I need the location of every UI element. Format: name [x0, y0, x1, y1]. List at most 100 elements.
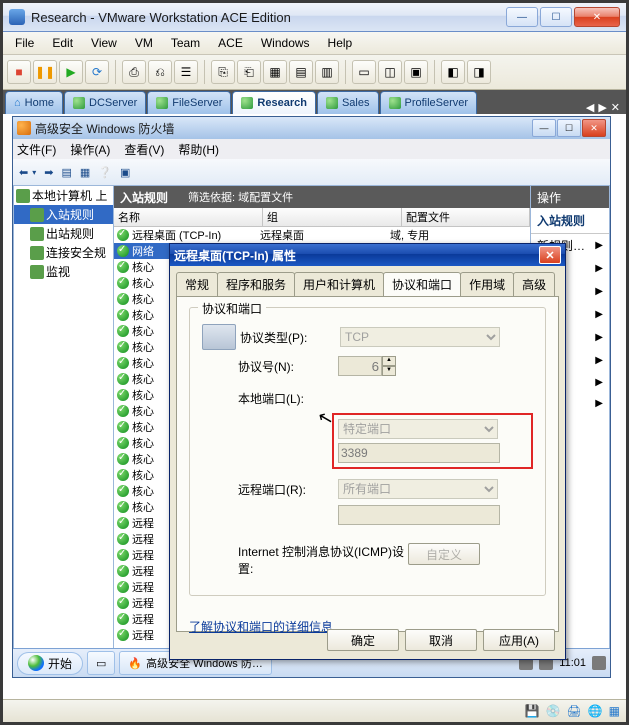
guest-titlebar: 高级安全 Windows 防火墙 — ☐ ✕ — [13, 117, 610, 139]
view-button[interactable]: ▣ — [404, 60, 428, 84]
menu-help[interactable]: Help — [320, 34, 361, 52]
firewall-icon — [17, 121, 31, 135]
col-profile[interactable]: 配置文件 — [402, 208, 530, 226]
fullscreen-button[interactable]: ▭ — [352, 60, 376, 84]
rule-row[interactable]: 远程桌面 (TCP-In)远程桌面域, 专用 — [114, 227, 530, 243]
vmware-statusbar: 💾 💿 🖨 🌐 ▦ — [3, 699, 626, 722]
guest-menu-file[interactable]: 文件(F) — [17, 141, 56, 158]
protocol-group: 协议和端口 协议类型(P): TCP 协议号(N): ▲▼ 本地端口(L): 特… — [189, 307, 546, 596]
close-button[interactable]: ✕ — [574, 7, 620, 27]
quicklaunch-button[interactable]: ▭ — [87, 651, 115, 675]
menu-ace[interactable]: ACE — [210, 34, 251, 52]
dialog-tab[interactable]: 作用域 — [460, 272, 514, 296]
vm-tab-sales[interactable]: Sales — [317, 91, 379, 114]
guest-maximize-button[interactable]: ☐ — [557, 119, 581, 137]
tabs-scroll-right[interactable]: ▶ — [598, 101, 606, 114]
start-orb-icon — [28, 655, 44, 671]
menu-edit[interactable]: Edit — [44, 34, 81, 52]
tree-node[interactable]: 连接安全规 — [14, 243, 113, 262]
guest-menu-help[interactable]: 帮助(H) — [178, 141, 219, 158]
tool-button[interactable]: ▤ — [289, 60, 313, 84]
guest-menu-view[interactable]: 查看(V) — [124, 141, 164, 158]
guest-nav-back[interactable]: ⬅▾ — [19, 166, 36, 179]
snapshot-mgr-button[interactable]: ☰ — [174, 60, 198, 84]
group-title: 协议和端口 — [198, 300, 266, 317]
tool-button[interactable]: ⎘ — [211, 60, 235, 84]
guest-close-button[interactable]: ✕ — [582, 119, 606, 137]
vm-tab-research[interactable]: Research — [232, 91, 316, 114]
proto-num-input — [338, 356, 382, 376]
guest-nav-fwd[interactable]: ➡ — [44, 166, 53, 179]
toolbar: ■ ❚❚ ▶ ⟳ ⎙ ⎌ ☰ ⎘ ⎗ ▦ ▤ ▥ ▭ ◫ ▣ ◧ ◨ — [3, 55, 626, 90]
vm-tab-dcserver[interactable]: DCServer — [64, 91, 146, 114]
apply-button[interactable]: 应用(A) — [483, 629, 555, 651]
menubar: File Edit View VM Team ACE Windows Help — [3, 32, 626, 55]
snapshot-button[interactable]: ⎙ — [122, 60, 146, 84]
tab-close-button[interactable]: ✕ — [611, 101, 620, 114]
vm-tab-profileserver[interactable]: ProfileServer — [380, 91, 478, 114]
dialog-tab[interactable]: 用户和计算机 — [294, 272, 384, 296]
tree-node[interactable]: 监视 — [14, 262, 113, 281]
local-port-select: 特定端口 — [338, 419, 498, 439]
reset-button[interactable]: ⟳ — [85, 60, 109, 84]
dialog-tab[interactable]: 程序和服务 — [217, 272, 295, 296]
tool-button[interactable]: ▥ — [315, 60, 339, 84]
tree-node[interactable]: 入站规则 — [14, 205, 113, 224]
dialog-tab[interactable]: 常规 — [176, 272, 218, 296]
dialog-body: 协议和端口 协议类型(P): TCP 协议号(N): ▲▼ 本地端口(L): 特… — [176, 296, 559, 632]
tool-button[interactable]: ⎗ — [237, 60, 261, 84]
guest-title-text: 高级安全 Windows 防火墙 — [35, 120, 174, 137]
dialog-close-button[interactable]: ✕ — [539, 246, 561, 264]
menu-file[interactable]: File — [7, 34, 42, 52]
pause-button[interactable]: ❚❚ — [33, 60, 57, 84]
col-group[interactable]: 组 — [263, 208, 402, 226]
vm-tabs: ⌂Home DCServer FileServer Research Sales… — [3, 90, 626, 114]
guest-tool-btn[interactable]: ▤ — [61, 166, 71, 179]
device-icon[interactable]: ▦ — [609, 704, 620, 718]
ok-button[interactable]: 确定 — [327, 629, 399, 651]
device-icon[interactable]: 🌐 — [588, 704, 603, 718]
device-icon[interactable]: 💿 — [546, 704, 561, 718]
guest-toolbar: ⬅▾ ➡ ▤ ▦ ❔ ▣ — [13, 159, 610, 186]
stop-button[interactable]: ■ — [7, 60, 31, 84]
vm-tab-home[interactable]: ⌂Home — [5, 91, 63, 114]
guest-tool-btn[interactable]: ❔ — [98, 166, 112, 179]
tree-node[interactable]: 出站规则 — [14, 224, 113, 243]
tree-node[interactable]: 本地计算机 上 — [14, 186, 113, 205]
guest-tool-btn[interactable]: ▣ — [120, 166, 130, 179]
dialog-titlebar: 远程桌面(TCP-In) 属性 ✕ — [170, 244, 565, 266]
properties-dialog: 远程桌面(TCP-In) 属性 ✕ 常规程序和服务用户和计算机协议和端口作用域高… — [169, 243, 566, 660]
unity-button[interactable]: ◫ — [378, 60, 402, 84]
maximize-button[interactable]: ☐ — [540, 7, 572, 27]
dialog-tab[interactable]: 高级 — [513, 272, 555, 296]
start-button[interactable]: 开始 — [17, 652, 83, 675]
learn-more-link[interactable]: 了解协议和端口的详细信息 — [189, 620, 333, 634]
menu-view[interactable]: View — [83, 34, 125, 52]
dialog-tabs: 常规程序和服务用户和计算机协议和端口作用域高级 — [176, 272, 559, 296]
tool-button[interactable]: ▦ — [263, 60, 287, 84]
dialog-tab[interactable]: 协议和端口 — [383, 272, 461, 296]
col-name[interactable]: 名称 — [114, 208, 263, 226]
vm-tab-fileserver[interactable]: FileServer — [147, 91, 231, 114]
local-port-label: 本地端口(L): — [238, 390, 338, 407]
menu-vm[interactable]: VM — [127, 34, 161, 52]
snapshot-revert-button[interactable]: ⎌ — [148, 60, 172, 84]
minimize-button[interactable]: — — [506, 7, 538, 27]
thumbnail-button[interactable]: ◨ — [467, 60, 491, 84]
tray-icon[interactable] — [592, 656, 606, 670]
icmp-label: Internet 控制消息协议(ICMP)设置: — [238, 543, 408, 577]
guest-tool-btn[interactable]: ▦ — [80, 166, 90, 179]
dialog-title-text: 远程桌面(TCP-In) 属性 — [174, 247, 296, 264]
menu-team[interactable]: Team — [163, 34, 208, 52]
device-icon[interactable]: 💾 — [525, 704, 540, 718]
mmc-rules-header: 入站规则 筛选依据: 域配置文件 — [114, 186, 530, 208]
play-button[interactable]: ▶ — [59, 60, 83, 84]
tabs-scroll-left[interactable]: ◀ — [586, 101, 594, 114]
sidebar-button[interactable]: ◧ — [441, 60, 465, 84]
guest-minimize-button[interactable]: — — [532, 119, 556, 137]
menu-windows[interactable]: Windows — [253, 34, 318, 52]
proto-type-select: TCP — [340, 327, 500, 347]
cancel-button[interactable]: 取消 — [405, 629, 477, 651]
guest-menu-action[interactable]: 操作(A) — [70, 141, 110, 158]
device-icon[interactable]: 🖨 — [566, 704, 581, 718]
